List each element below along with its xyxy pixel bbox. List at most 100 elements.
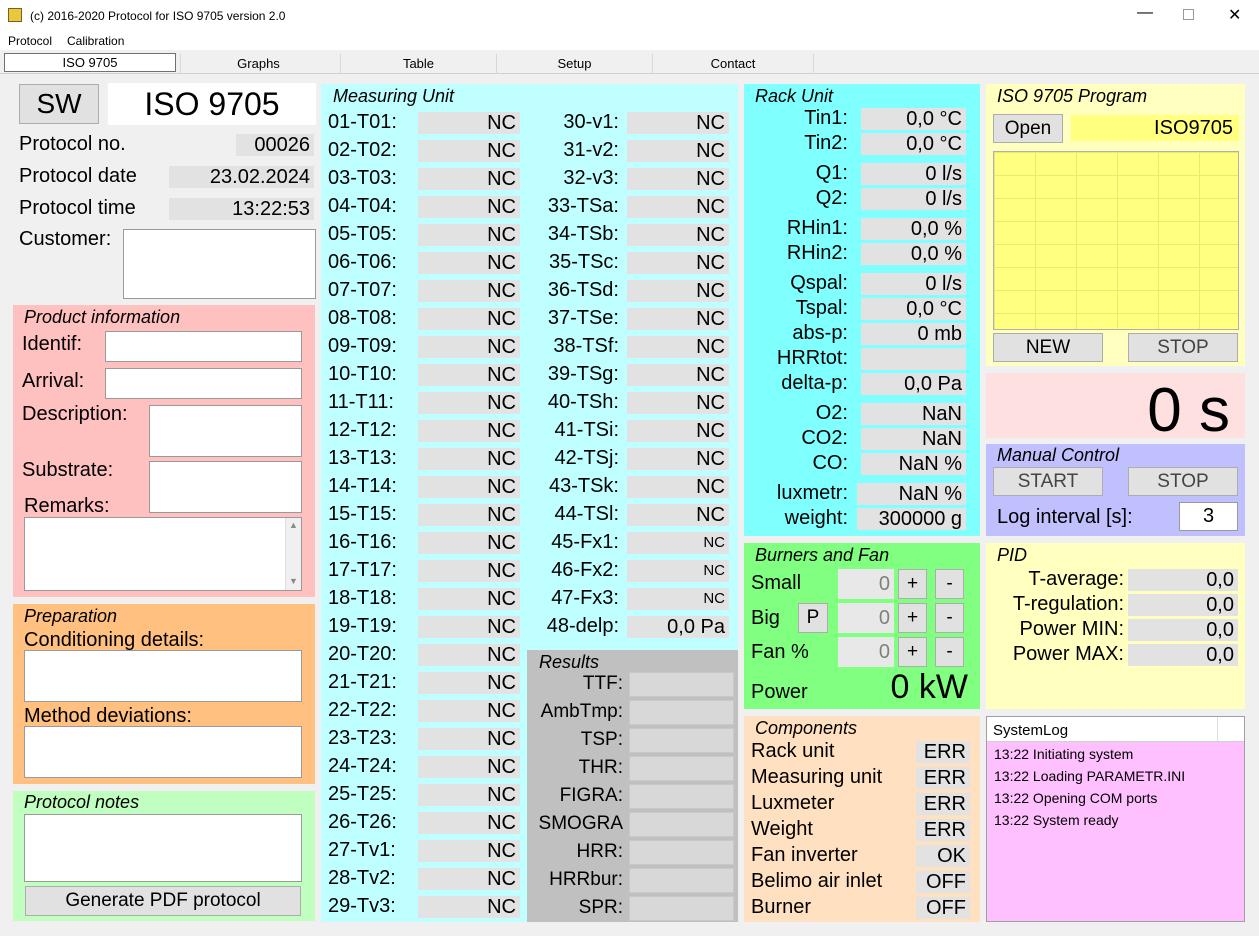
component-label: Fan inverter — [751, 844, 858, 866]
sw-button[interactable]: SW — [19, 84, 99, 124]
rack-label: CO2: — [801, 427, 848, 449]
pid-value: 0,0 — [1128, 594, 1238, 616]
rack-label: O2: — [815, 402, 848, 424]
component-label: Belimo air inlet — [751, 870, 883, 892]
rack-value: 0,0 % — [861, 243, 966, 265]
deviations-input[interactable] — [24, 726, 302, 778]
component-status: OFF — [916, 897, 970, 919]
measuring-value: NC — [418, 616, 520, 638]
measuring-label: 31-v2: — [563, 139, 619, 161]
log-interval-input[interactable]: 3 — [1179, 502, 1238, 531]
measuring-label: 24-T24: — [328, 755, 397, 777]
measuring-label: 30-v1: — [563, 111, 619, 133]
notes-input[interactable] — [24, 814, 302, 882]
tab-table[interactable]: Table — [340, 54, 496, 74]
fan-plus-button[interactable]: + — [898, 637, 927, 667]
product-title: Product information — [24, 307, 181, 327]
identif-input[interactable] — [105, 331, 302, 362]
rack-label: abs-p: — [792, 322, 848, 344]
big-plus-button[interactable]: + — [898, 603, 927, 633]
results-title: Results — [539, 652, 600, 672]
measuring-label: 01-T01: — [328, 111, 397, 133]
pid-label: Power MAX: — [1012, 643, 1124, 665]
component-status: OFF — [916, 871, 970, 893]
results-value — [629, 784, 734, 809]
measuring-label: 32-v3: — [563, 167, 619, 189]
scroll-down-icon[interactable]: ▼ — [289, 576, 298, 586]
small-value[interactable]: 0 — [838, 569, 894, 599]
scrollbar[interactable]: ▲ ▼ — [285, 518, 301, 590]
measuring-label: 19-T19: — [328, 615, 397, 637]
measuring-label: 18-T18: — [328, 587, 397, 609]
program-stop-button[interactable]: STOP — [1128, 333, 1238, 362]
timer-value: 0 s — [1147, 376, 1230, 445]
small-plus-button[interactable]: + — [898, 569, 927, 599]
minimize-icon[interactable]: — — [1137, 4, 1153, 22]
tab-iso9705[interactable]: ISO 9705 — [4, 53, 176, 72]
menu-protocol[interactable]: Protocol — [8, 34, 52, 48]
measuring-value: NC — [627, 560, 729, 582]
measuring-value: NC — [418, 168, 520, 190]
measuring-value: NC — [418, 896, 520, 918]
measuring-label: 33-TSa: — [547, 195, 619, 217]
syslog-header: SystemLog — [987, 717, 1244, 742]
rack-value: NaN % — [861, 453, 966, 475]
results-label: SPR: — [578, 897, 623, 918]
rack-label: weight: — [784, 507, 848, 529]
measuring-value: NC — [627, 168, 729, 190]
measuring-value: NC — [627, 448, 729, 470]
measuring-value: NC — [418, 308, 520, 330]
arrival-input[interactable] — [105, 368, 302, 399]
results-value — [629, 728, 734, 753]
maximize-icon[interactable] — [1183, 9, 1194, 20]
measuring-value: NC — [418, 392, 520, 414]
description-input[interactable] — [149, 405, 302, 457]
new-button[interactable]: NEW — [993, 333, 1103, 362]
rack-label: Tspal: — [795, 297, 848, 319]
big-value[interactable]: 0 — [838, 603, 894, 633]
menu-calibration[interactable]: Calibration — [67, 34, 124, 48]
results-value — [629, 672, 734, 697]
generate-pdf-button[interactable]: Generate PDF protocol — [25, 886, 301, 916]
tab-bar: ISO 9705 Graphs Table Setup Contact — [0, 50, 1259, 74]
component-label: Measuring unit — [751, 766, 883, 788]
customer-input[interactable] — [123, 229, 316, 299]
conditioning-input[interactable] — [24, 650, 302, 702]
fan-minus-button[interactable]: - — [935, 637, 964, 667]
close-icon[interactable]: ✕ — [1228, 5, 1241, 25]
component-label: Burner — [751, 896, 812, 918]
rack-value: 0 l/s — [861, 273, 966, 295]
measuring-label: 11-T11: — [328, 391, 394, 413]
rack-label: Tin1: — [804, 107, 848, 129]
p-button[interactable]: P — [798, 603, 828, 633]
small-label: Small — [751, 572, 802, 594]
program-name: ISO9705 — [1071, 115, 1239, 141]
measuring-label: 41-TSi: — [554, 419, 619, 441]
small-minus-button[interactable]: - — [935, 569, 964, 599]
manual-stop-button[interactable]: STOP — [1128, 467, 1238, 496]
open-button[interactable]: Open — [993, 114, 1063, 143]
remarks-input[interactable]: ▲ ▼ — [24, 517, 302, 591]
column-divider — [1217, 717, 1218, 741]
arrival-label: Arrival: — [22, 370, 85, 392]
log-line: 13:22 Loading PARAMETR.INI — [994, 768, 1186, 784]
manual-start-button[interactable]: START — [993, 467, 1103, 496]
measuring-value: NC — [418, 224, 520, 246]
tab-setup[interactable]: Setup — [496, 54, 652, 74]
measuring-label: 22-T22: — [328, 699, 397, 721]
tab-contact[interactable]: Contact — [652, 54, 814, 74]
fan-value[interactable]: 0 — [838, 637, 894, 667]
measuring-value: NC — [627, 252, 729, 274]
tab-graphs[interactable]: Graphs — [180, 54, 336, 74]
big-minus-button[interactable]: - — [935, 603, 964, 633]
measuring-value: NC — [627, 112, 729, 134]
rack-value — [861, 348, 966, 370]
scroll-up-icon[interactable]: ▲ — [289, 520, 298, 530]
measuring-value: NC — [418, 756, 520, 778]
measuring-label: 44-TSl: — [554, 503, 619, 525]
measuring-value: NC — [418, 140, 520, 162]
measuring-value: NC — [418, 364, 520, 386]
substrate-input[interactable] — [149, 461, 302, 513]
measuring-label: 03-T03: — [328, 167, 397, 189]
measuring-value: NC — [418, 504, 520, 526]
